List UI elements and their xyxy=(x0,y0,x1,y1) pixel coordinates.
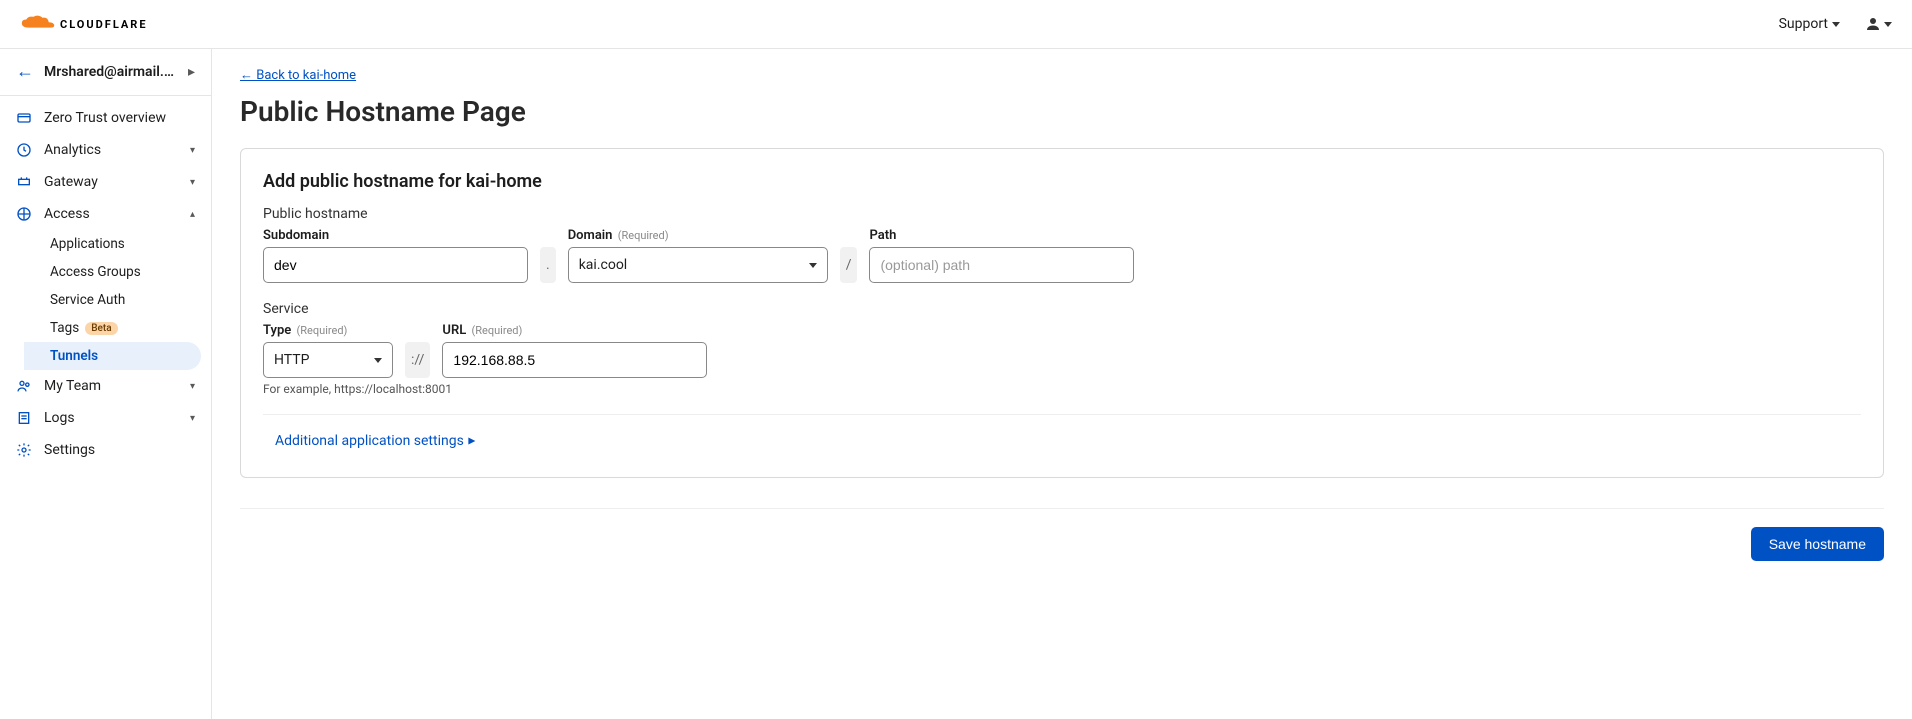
public-hostname-label: Public hostname xyxy=(263,206,1861,222)
account-email: Mrshared@airmail.cc... xyxy=(44,64,178,80)
user-icon xyxy=(1864,15,1882,33)
card-title: Add public hostname for kai-home xyxy=(263,171,1861,192)
nav-label: Zero Trust overview xyxy=(44,110,195,126)
domain-value: kai.cool xyxy=(579,257,628,273)
domain-select[interactable]: kai.cool xyxy=(568,247,828,283)
logs-icon xyxy=(16,410,32,426)
hostname-row: Subdomain . Domain (Required) kai.cool /… xyxy=(263,228,1861,283)
sidebar: ← Mrshared@airmail.cc... ▸ Zero Trust ov… xyxy=(0,49,212,719)
nav-label: Logs xyxy=(44,410,178,426)
arrow-left-icon: ← xyxy=(16,63,34,81)
scheme-separator: :// xyxy=(405,342,430,378)
url-label: URL (Required) xyxy=(442,323,707,338)
caret-down-icon xyxy=(1832,22,1840,27)
nav-my-team[interactable]: My Team ▾ xyxy=(0,370,211,402)
save-hostname-button[interactable]: Save hostname xyxy=(1751,527,1884,561)
hostname-card: Add public hostname for kai-home Public … xyxy=(240,148,1884,478)
nav-label: Gateway xyxy=(44,174,178,190)
service-label: Service xyxy=(263,301,1861,317)
page-title: Public Hostname Page xyxy=(240,95,1884,128)
access-icon xyxy=(16,206,32,222)
chevron-up-icon: ▴ xyxy=(190,209,195,220)
nav-label: Settings xyxy=(44,442,195,458)
chevron-right-icon: ▾ xyxy=(463,437,479,444)
gateway-icon xyxy=(16,174,32,190)
slash-separator: / xyxy=(840,247,858,283)
caret-down-icon xyxy=(809,263,817,268)
subdomain-input[interactable] xyxy=(263,247,528,283)
service-row: Type (Required) HTTP :// URL (Required) xyxy=(263,323,1861,378)
footer-bar: Save hostname xyxy=(240,508,1884,561)
nav-label: My Team xyxy=(44,378,178,394)
additional-settings-toggle[interactable]: Additional application settings ▾ xyxy=(275,433,1861,449)
support-label: Support xyxy=(1779,16,1828,32)
header-right: Support xyxy=(1779,15,1892,33)
cloudflare-icon xyxy=(20,15,56,33)
user-menu[interactable] xyxy=(1864,15,1892,33)
gear-icon xyxy=(16,442,32,458)
nav-access-groups[interactable]: Access Groups xyxy=(44,258,211,286)
subdomain-label: Subdomain xyxy=(263,228,528,243)
card-icon xyxy=(16,110,32,126)
domain-field: Domain (Required) kai.cool xyxy=(568,228,828,283)
logo-text: CLOUDFLARE xyxy=(60,18,148,31)
chevron-down-icon: ▾ xyxy=(190,145,195,156)
account-selector[interactable]: ← Mrshared@airmail.cc... ▸ xyxy=(0,49,211,96)
url-field: URL (Required) xyxy=(442,323,707,378)
nav-analytics[interactable]: Analytics ▾ xyxy=(0,134,211,166)
path-input[interactable] xyxy=(869,247,1134,283)
nav-settings[interactable]: Settings xyxy=(0,434,211,466)
chevron-right-icon: ▸ xyxy=(188,64,195,80)
nav-label: Access xyxy=(44,206,178,222)
nav-gateway[interactable]: Gateway ▾ xyxy=(0,166,211,198)
nav-access[interactable]: Access ▴ xyxy=(0,198,211,230)
url-input[interactable] xyxy=(442,342,707,378)
path-field: Path xyxy=(869,228,1134,283)
sidebar-nav: Zero Trust overview Analytics ▾ Gateway … xyxy=(0,96,211,466)
chevron-down-icon: ▾ xyxy=(190,177,195,188)
nav-zero-trust-overview[interactable]: Zero Trust overview xyxy=(0,102,211,134)
type-value: HTTP xyxy=(274,352,309,368)
chevron-down-icon: ▾ xyxy=(190,381,195,392)
nav-applications[interactable]: Applications xyxy=(44,230,211,258)
subdomain-field: Subdomain xyxy=(263,228,528,283)
url-helper: For example, https://localhost:8001 xyxy=(263,382,1861,396)
nav-tags[interactable]: Tags Beta xyxy=(44,314,211,342)
nav-tunnels[interactable]: Tunnels xyxy=(24,342,201,370)
caret-down-icon xyxy=(1884,22,1892,27)
domain-label: Domain (Required) xyxy=(568,228,828,243)
dot-separator: . xyxy=(540,247,556,283)
type-field: Type (Required) HTTP xyxy=(263,323,393,378)
type-label: Type (Required) xyxy=(263,323,393,338)
support-dropdown[interactable]: Support xyxy=(1779,16,1840,32)
type-select[interactable]: HTTP xyxy=(263,342,393,378)
nav-access-submenu: Applications Access Groups Service Auth … xyxy=(0,230,211,370)
top-header: CLOUDFLARE Support xyxy=(0,0,1912,49)
team-icon xyxy=(16,378,32,394)
nav-label: Analytics xyxy=(44,142,178,158)
divider xyxy=(263,414,1861,415)
nav-logs[interactable]: Logs ▾ xyxy=(0,402,211,434)
clock-icon xyxy=(16,142,32,158)
main-content: ← Back to kai-home Public Hostname Page … xyxy=(212,49,1912,719)
back-link[interactable]: ← Back to kai-home xyxy=(240,68,356,83)
path-label: Path xyxy=(869,228,1134,243)
beta-badge: Beta xyxy=(85,322,117,335)
caret-down-icon xyxy=(374,358,382,363)
nav-service-auth[interactable]: Service Auth xyxy=(44,286,211,314)
logo[interactable]: CLOUDFLARE xyxy=(20,15,148,33)
chevron-down-icon: ▾ xyxy=(190,413,195,424)
